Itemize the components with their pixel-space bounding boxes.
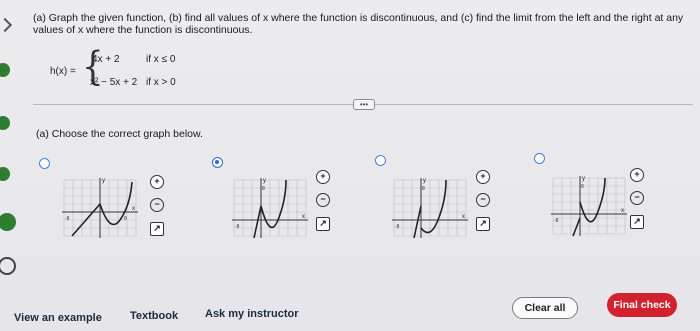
x-axis-label: x — [462, 214, 465, 220]
final-check-button[interactable]: Final check — [607, 293, 677, 317]
tick-label: 8 — [581, 184, 584, 190]
chevron-right-icon[interactable] — [0, 17, 13, 33]
y-axis-label: y — [582, 176, 585, 182]
tick-label: -8 — [235, 224, 240, 230]
popout-icon[interactable]: ↗ — [150, 222, 164, 236]
graph-c-svg: y x -8 8 — [392, 178, 468, 239]
piece1-condition: if x ≤ 0 — [146, 54, 176, 65]
piece2-condition: if x > 0 — [146, 77, 176, 88]
option-a-radio[interactable] — [39, 158, 50, 169]
graph-d-svg: y x -8 8 — [551, 176, 627, 237]
zoom-out-icon[interactable]: − — [150, 198, 164, 212]
question-text: (a) Graph the given function, (b) find a… — [33, 12, 684, 36]
option-c-tools: + − ↗ — [476, 170, 492, 232]
clear-all-button[interactable]: Clear all — [512, 297, 578, 319]
x-axis-label: x — [302, 214, 305, 220]
tick-label: -8 — [395, 224, 400, 230]
status-complete-icon — [0, 116, 10, 130]
part-a-prompt: (a) Choose the correct graph below. — [36, 128, 203, 140]
y-axis-label: y — [263, 178, 266, 184]
question-status-gutter — [0, 0, 22, 331]
y-axis-label: y — [423, 178, 426, 184]
option-a-graph: y x -8 8 — [62, 176, 138, 240]
option-d-radio[interactable] — [534, 153, 545, 164]
x-axis-label: x — [132, 206, 135, 212]
ask-instructor-link[interactable]: Ask my instructor — [205, 308, 299, 320]
function-name: h(x) = — [50, 66, 76, 77]
option-d-tools: + − ↗ — [630, 168, 646, 230]
textbook-link[interactable]: Textbook — [130, 310, 178, 322]
piece1-expression: 4x + 2 — [92, 54, 120, 65]
zoom-in-icon[interactable]: + — [150, 175, 164, 189]
status-incomplete-icon — [0, 257, 16, 275]
tick-label: 8 — [422, 186, 425, 192]
option-c-radio[interactable] — [375, 155, 386, 166]
view-example-link[interactable]: View an example — [14, 312, 102, 324]
graph-b-svg: y x -8 8 — [232, 178, 308, 239]
popout-icon[interactable]: ↗ — [630, 215, 644, 229]
tick-label: -8 — [554, 218, 559, 224]
option-c-graph: y x -8 8 — [392, 176, 468, 240]
zoom-in-icon[interactable]: + — [476, 170, 490, 184]
option-d-graph: y x -8 8 — [551, 174, 627, 238]
zoom-in-icon[interactable]: + — [316, 170, 330, 184]
x-axis-label: x — [621, 208, 624, 214]
status-complete-icon — [0, 213, 16, 231]
y-axis-label: y — [102, 178, 105, 184]
option-b-tools: + − ↗ — [316, 170, 332, 232]
piece2-expression: x² − 5x + 2 — [90, 77, 138, 88]
zoom-out-icon[interactable]: − — [316, 193, 330, 207]
popout-icon[interactable]: ↗ — [316, 217, 330, 231]
tick-label: 8 — [124, 216, 127, 222]
page: (a) Graph the given function, (b) find a… — [0, 0, 700, 331]
popout-icon[interactable]: ↗ — [476, 217, 490, 231]
option-b-radio[interactable] — [212, 157, 223, 168]
option-b-graph: y x -8 8 — [232, 176, 308, 240]
graph-a-svg: y x -8 8 — [62, 178, 138, 238]
status-complete-icon — [0, 63, 10, 77]
resize-handle-icon[interactable]: ••• — [353, 99, 375, 110]
tick-label: -8 — [65, 216, 70, 222]
footer-bar: View an example Textbook Ask my instruct… — [0, 290, 700, 331]
status-complete-icon — [0, 167, 10, 181]
zoom-out-icon[interactable]: − — [476, 193, 490, 207]
zoom-out-icon[interactable]: − — [630, 191, 644, 205]
tick-label: 8 — [262, 186, 265, 192]
option-a-tools: + − ↗ — [150, 175, 166, 237]
zoom-in-icon[interactable]: + — [630, 168, 644, 182]
